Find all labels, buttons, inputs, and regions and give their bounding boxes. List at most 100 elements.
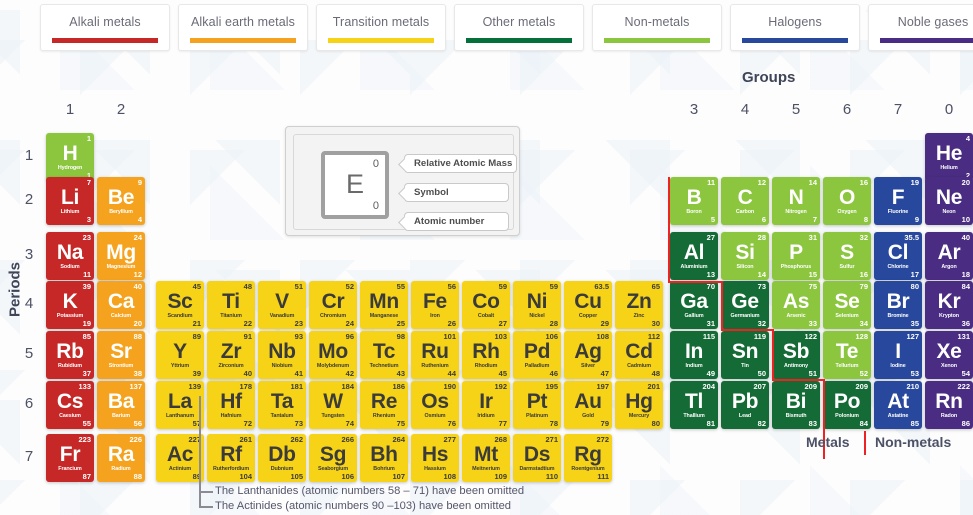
element-cell-si[interactable]: 28 Si Silicon 14	[721, 232, 769, 280]
element-cell-la[interactable]: 139 La Lanthanum 57	[156, 381, 204, 429]
element-cell-pt[interactable]: 195 Pt Platinum 78	[513, 381, 561, 429]
element-cell-co[interactable]: 59 Co Cobalt 27	[462, 281, 510, 329]
element-cell-xe[interactable]: 131 Xe Xenon 54	[925, 331, 973, 379]
element-cell-ta[interactable]: 181 Ta Tantalum 73	[258, 381, 306, 429]
element-cell-na[interactable]: 23 Na Sodium 11	[46, 232, 94, 280]
element-symbol: Ag	[574, 340, 602, 363]
element-cell-zn[interactable]: 65 Zn Zinc 30	[615, 281, 663, 329]
element-cell-rh[interactable]: 103 Rh Rhodium 45	[462, 331, 510, 379]
element-cell-y[interactable]: 89 Y Yttrium 39	[156, 331, 204, 379]
element-cell-f[interactable]: 19 F Fluorine 9	[874, 177, 922, 225]
element-cell-mo[interactable]: 96 Mo Molybdenum 42	[309, 331, 357, 379]
element-cell-br[interactable]: 80 Br Bromine 35	[874, 281, 922, 329]
element-cell-re[interactable]: 186 Re Rhenium 75	[360, 381, 408, 429]
element-cell-sr[interactable]: 88 Sr Strontium 38	[97, 331, 145, 379]
element-cell-fr[interactable]: 223 Fr Francium 87	[46, 434, 94, 482]
element-cell-as[interactable]: 75 As Arsenic 33	[772, 281, 820, 329]
element-cell-au[interactable]: 197 Au Gold 79	[564, 381, 612, 429]
legend-card-halogens[interactable]: Halogens	[730, 4, 860, 51]
element-cell-k[interactable]: 39 K Potassium 19	[46, 281, 94, 329]
element-cell-hs[interactable]: 277 Hs Hassium 108	[411, 434, 459, 482]
element-cell-te[interactable]: 128 Te Tellurium 52	[823, 331, 871, 379]
element-cell-ga[interactable]: 70 Ga Gallium 31	[670, 281, 718, 329]
element-cell-ds[interactable]: 271 Ds Darmstadtium 110	[513, 434, 561, 482]
element-cell-mg[interactable]: 24 Mg Magnesium 12	[97, 232, 145, 280]
element-cell-cd[interactable]: 112 Cd Cadmium 48	[615, 331, 663, 379]
element-cell-v[interactable]: 51 V Vanadium 23	[258, 281, 306, 329]
element-cell-rg[interactable]: 272 Rg Roentgenium 111	[564, 434, 612, 482]
element-cell-ru[interactable]: 101 Ru Ruthenium 44	[411, 331, 459, 379]
legend-card-other-metals[interactable]: Other metals	[454, 4, 584, 51]
element-cell-db[interactable]: 262 Db Dubnium 105	[258, 434, 306, 482]
element-cell-ti[interactable]: 48 Ti Titanium 22	[207, 281, 255, 329]
legend-card-alkali-earth-metals[interactable]: Alkali earth metals	[178, 4, 308, 51]
element-cell-zr[interactable]: 91 Zr Zirconium 40	[207, 331, 255, 379]
element-cell-li[interactable]: 7 Li Lithium 3	[46, 177, 94, 225]
element-cell-os[interactable]: 190 Os Osmium 76	[411, 381, 459, 429]
element-cell-h[interactable]: 1 H Hydrogen 1	[46, 133, 94, 181]
element-cell-i[interactable]: 127 I Iodine 53	[874, 331, 922, 379]
element-cell-ni[interactable]: 59 Ni Nickel 28	[513, 281, 561, 329]
element-cell-p[interactable]: 31 P Phosphorus 15	[772, 232, 820, 280]
element-cell-ag[interactable]: 108 Ag Silver 47	[564, 331, 612, 379]
element-cell-cu[interactable]: 63.5 Cu Copper 29	[564, 281, 612, 329]
element-cell-al[interactable]: 27 Al Aluminium 13	[670, 232, 718, 280]
element-cell-rn[interactable]: 222 Rn Radon 86	[925, 381, 973, 429]
element-cell-ge[interactable]: 73 Ge Germanium 32	[721, 281, 769, 329]
legend-card-transition-metals[interactable]: Transition metals	[316, 4, 446, 51]
element-symbol: La	[168, 390, 192, 413]
element-cell-tc[interactable]: 98 Tc Technetium 43	[360, 331, 408, 379]
element-cell-ba[interactable]: 137 Ba Barium 56	[97, 381, 145, 429]
element-cell-sc[interactable]: 45 Sc Scandium 21	[156, 281, 204, 329]
element-cell-bi[interactable]: 209 Bi Bismuth 83	[772, 381, 820, 429]
element-cell-ra[interactable]: 226 Ra Radium 88	[97, 434, 145, 482]
element-cell-in[interactable]: 115 In Indium 49	[670, 331, 718, 379]
element-cell-hg[interactable]: 201 Hg Mercury 80	[615, 381, 663, 429]
element-cell-tl[interactable]: 204 Tl Thallium 81	[670, 381, 718, 429]
element-cell-sb[interactable]: 122 Sb Antimony 51	[772, 331, 820, 379]
element-cell-fe[interactable]: 56 Fe Iron 26	[411, 281, 459, 329]
element-atomic-number: 25	[396, 319, 405, 328]
element-cell-cl[interactable]: 35.5 Cl Chlorine 17	[874, 232, 922, 280]
element-atomic-number: 49	[706, 369, 715, 378]
element-cell-mt[interactable]: 268 Mt Meitnerium 109	[462, 434, 510, 482]
element-cell-rb[interactable]: 85 Rb Rubidium 37	[46, 331, 94, 379]
element-cell-s[interactable]: 32 S Sulfur 16	[823, 232, 871, 280]
element-cell-pd[interactable]: 106 Pd Palladium 46	[513, 331, 561, 379]
legend-card-non-metals[interactable]: Non-metals	[592, 4, 722, 51]
element-cell-bh[interactable]: 264 Bh Bohrium 107	[360, 434, 408, 482]
element-cell-ne[interactable]: 20 Ne Neon 10	[925, 177, 973, 225]
element-cell-ca[interactable]: 40 Ca Calcium 20	[97, 281, 145, 329]
element-cell-po[interactable]: 209 Po Polonium 84	[823, 381, 871, 429]
element-cell-nb[interactable]: 93 Nb Niobium 41	[258, 331, 306, 379]
element-cell-se[interactable]: 79 Se Selenium 34	[823, 281, 871, 329]
element-atomic-number: 50	[757, 369, 766, 378]
element-cell-mn[interactable]: 55 Mn Manganese 25	[360, 281, 408, 329]
element-cell-sn[interactable]: 119 Sn Tin 50	[721, 331, 769, 379]
element-atomic-number: 76	[447, 419, 456, 428]
element-cell-ar[interactable]: 40 Ar Argon 18	[925, 232, 973, 280]
element-cell-o[interactable]: 16 O Oxygen 8	[823, 177, 871, 225]
element-cell-pb[interactable]: 207 Pb Lead 82	[721, 381, 769, 429]
element-cell-kr[interactable]: 84 Kr Krypton 36	[925, 281, 973, 329]
element-cell-at[interactable]: 210 At Astatine 85	[874, 381, 922, 429]
element-cell-ir[interactable]: 192 Ir Iridium 77	[462, 381, 510, 429]
element-cell-w[interactable]: 184 W Tungsten 74	[309, 381, 357, 429]
element-symbol: Na	[56, 241, 84, 264]
legend-card-noble-gases[interactable]: Noble gases	[868, 4, 973, 51]
element-cell-be[interactable]: 9 Be Beryllium 4	[97, 177, 145, 225]
legend-card-alkali-metals[interactable]: Alkali metals	[40, 4, 170, 51]
element-cell-cr[interactable]: 52 Cr Chromium 24	[309, 281, 357, 329]
element-cell-rf[interactable]: 261 Rf Rutherfordium 104	[207, 434, 255, 482]
element-atomic-number: 12	[133, 270, 142, 279]
element-cell-hf[interactable]: 178 Hf Hafnium 72	[207, 381, 255, 429]
element-symbol: In	[684, 340, 704, 363]
element-cell-he[interactable]: 4 He Helium 2	[925, 133, 973, 181]
element-cell-sg[interactable]: 266 Sg Seaborgium 106	[309, 434, 357, 482]
element-cell-b[interactable]: 11 B Boron 5	[670, 177, 718, 225]
element-cell-n[interactable]: 14 N Nitrogen 7	[772, 177, 820, 225]
element-cell-c[interactable]: 12 C Carbon 6	[721, 177, 769, 225]
element-cell-ac[interactable]: 227 Ac Actinium 89	[156, 434, 204, 482]
element-cell-cs[interactable]: 133 Cs Caesium 55	[46, 381, 94, 429]
element-symbol: P	[789, 241, 803, 264]
